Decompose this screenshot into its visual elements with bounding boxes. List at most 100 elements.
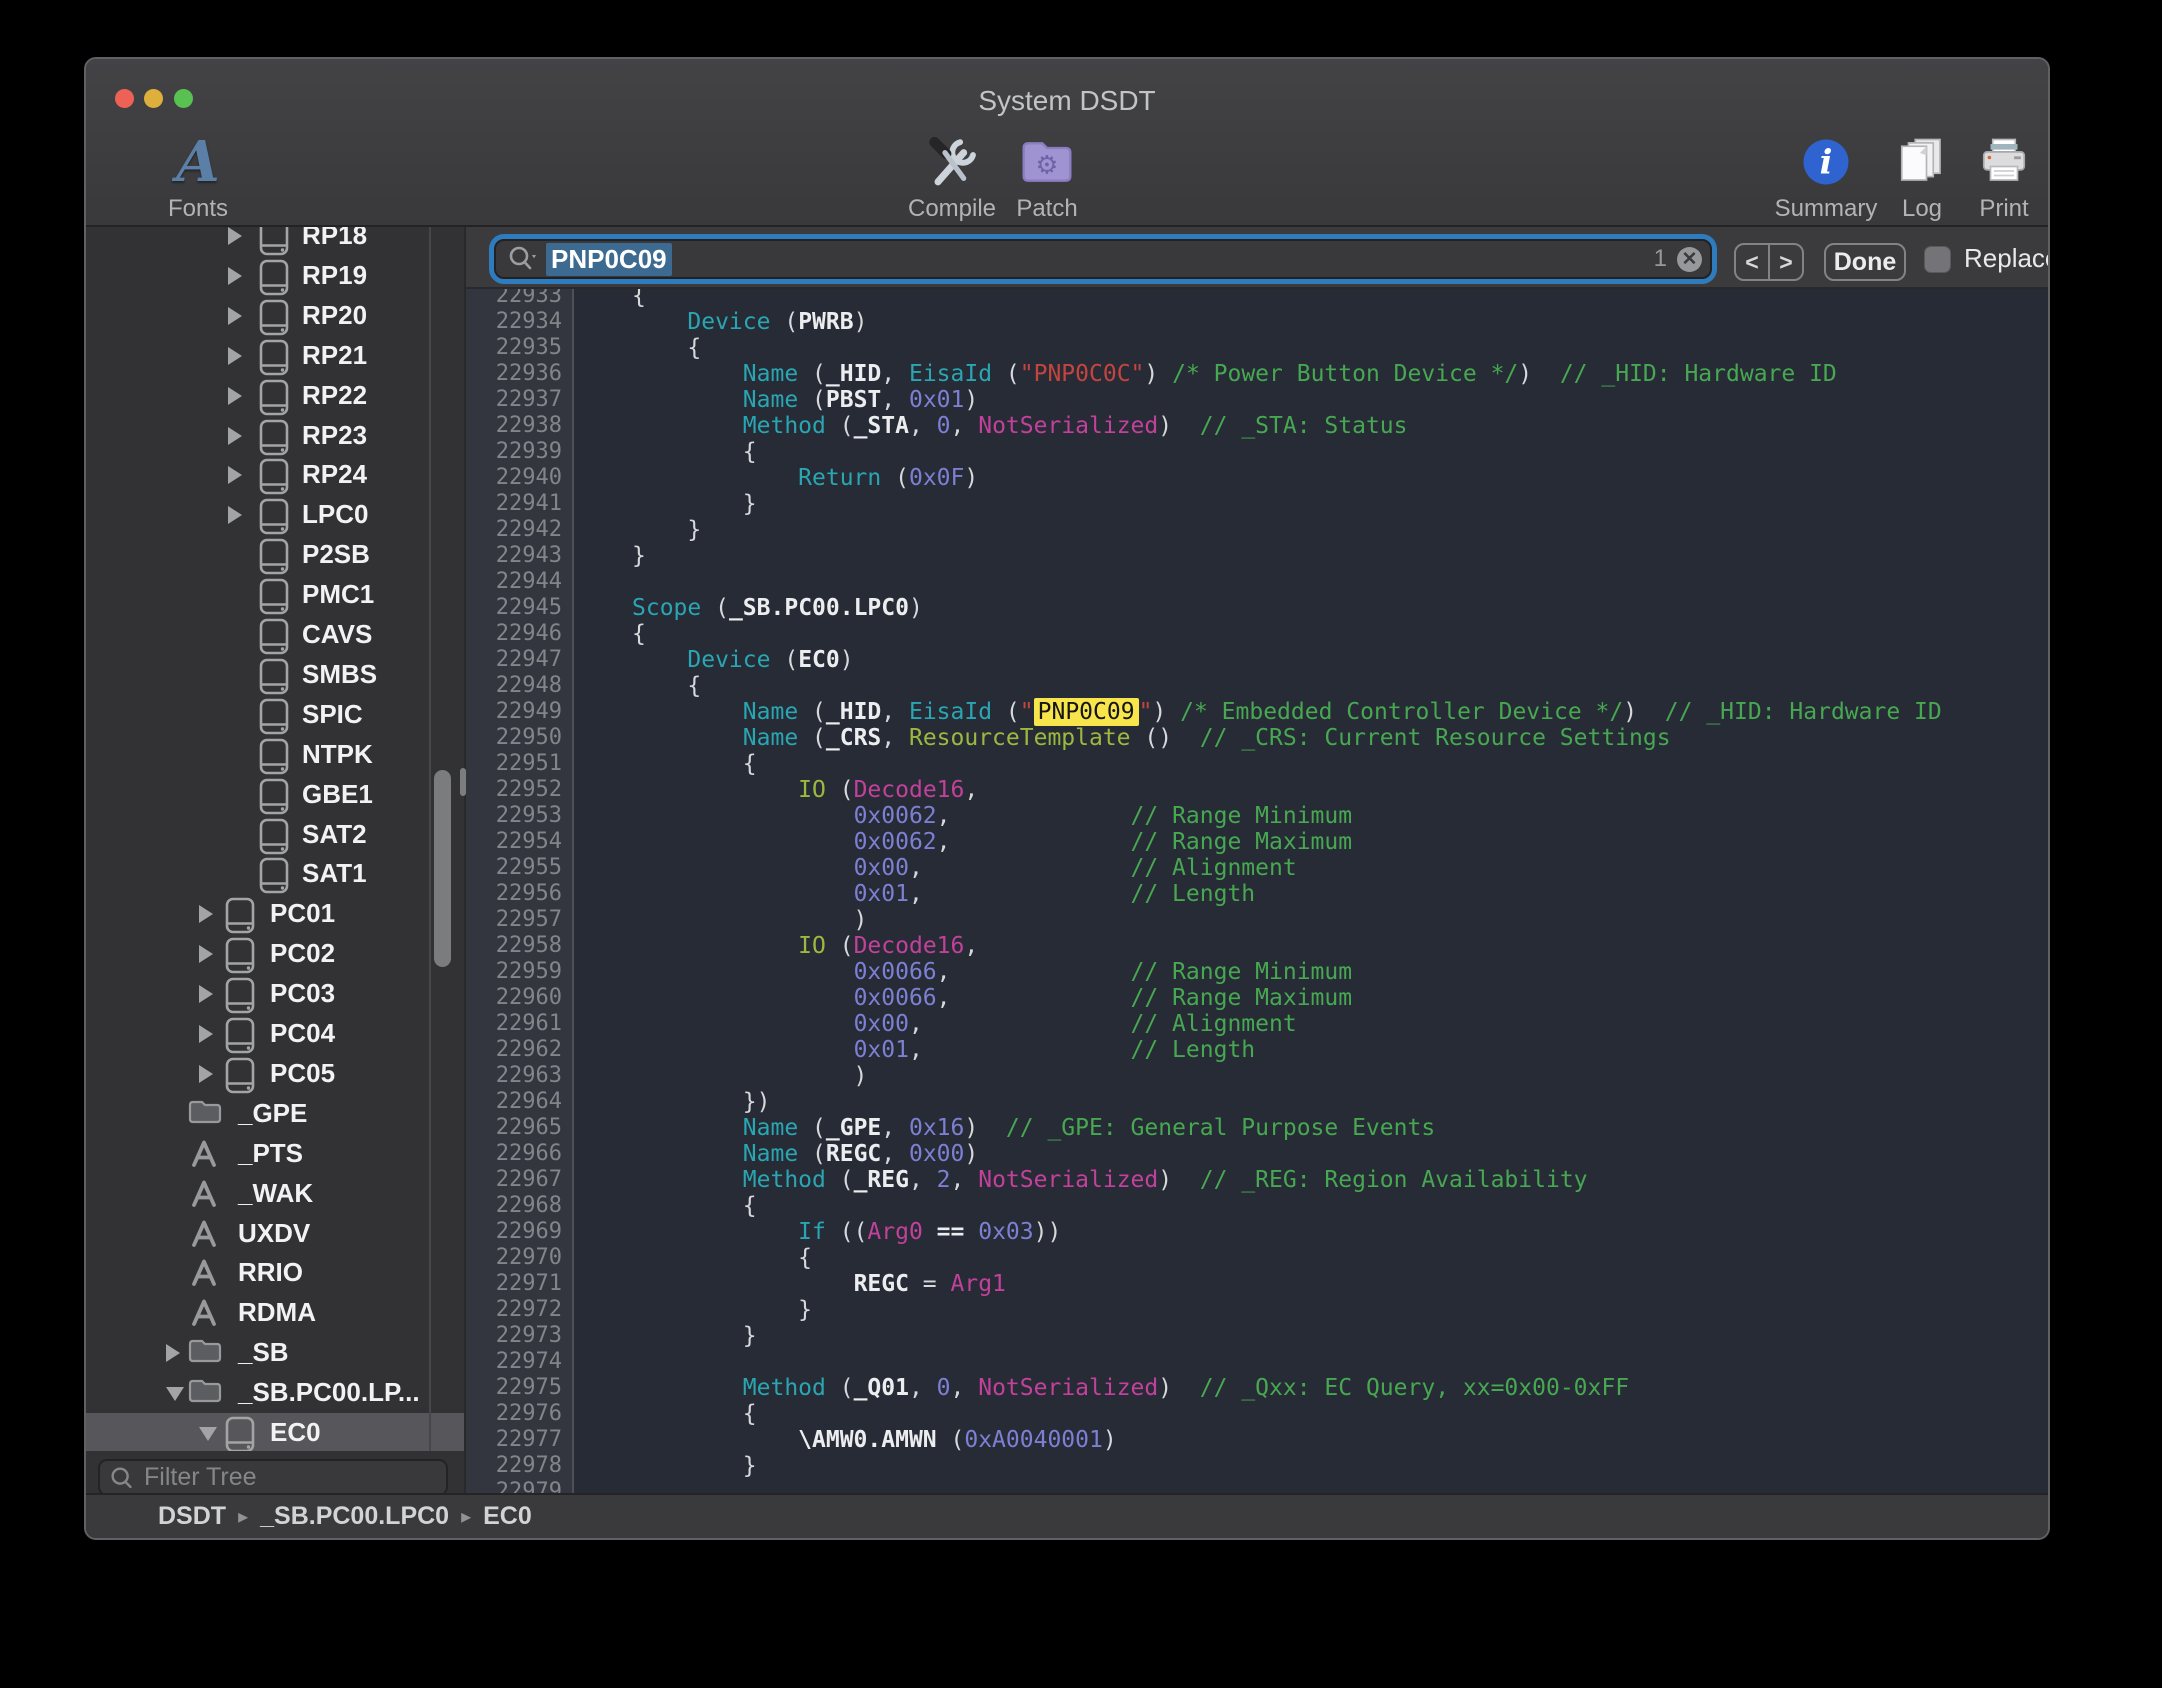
code-line[interactable]: 22964 }) <box>466 1089 2048 1115</box>
code-line[interactable]: 22973 } <box>466 1323 2048 1349</box>
code-line[interactable]: 22966 Name (REGC, 0x00) <box>466 1141 2048 1167</box>
sidebar-item-_PTS[interactable]: _PTS <box>86 1134 464 1174</box>
sidebar-item-RP24[interactable]: RP24 <box>86 455 464 495</box>
sidebar-item-NTPK[interactable]: NTPK <box>86 735 464 775</box>
sidebar-item-_SB.PC00.LP...[interactable]: _SB.PC00.LP... <box>86 1373 464 1413</box>
code-line[interactable]: 22962 0x01, // Length <box>466 1037 2048 1063</box>
code-line[interactable]: 22941 } <box>466 491 2048 517</box>
sidebar-item-P2SB[interactable]: P2SB <box>86 535 464 575</box>
sidebar-item-PC05[interactable]: PC05 <box>86 1054 464 1094</box>
sidebar-item-RDMA[interactable]: RDMA <box>86 1293 464 1333</box>
code-line[interactable]: 22944 <box>466 569 2048 595</box>
sidebar-item-UXDV[interactable]: UXDV <box>86 1214 464 1254</box>
code-line[interactable]: 22956 0x01, // Length <box>466 881 2048 907</box>
sidebar-item-PC04[interactable]: PC04 <box>86 1014 464 1054</box>
code-line[interactable]: 22965 Name (_GPE, 0x16) // _GPE: General… <box>466 1115 2048 1141</box>
sidebar-item-LPC0[interactable]: LPC0 <box>86 495 464 535</box>
code-line[interactable]: 22975 Method (_Q01, 0, NotSerialized) //… <box>466 1375 2048 1401</box>
sidebar-item-_SB[interactable]: _SB <box>86 1333 464 1373</box>
sidebar-item-RRIO[interactable]: RRIO <box>86 1253 464 1293</box>
sidebar-scrollbar-thumb[interactable] <box>434 770 451 967</box>
toolbar-item-patch[interactable]: ⚙ Patch <box>982 129 1112 223</box>
breadcrumb-item[interactable]: _SB.PC00.LPC0 <box>260 1502 449 1531</box>
code-line[interactable]: 22958 IO (Decode16, <box>466 933 2048 959</box>
sidebar-item-RP18[interactable]: RP18 <box>86 227 464 256</box>
disclosure-triangle[interactable] <box>228 427 242 445</box>
disclosure-triangle[interactable] <box>199 945 213 963</box>
code-line[interactable]: 22938 Method (_STA, 0, NotSerialized) //… <box>466 413 2048 439</box>
toolbar-item-print[interactable]: Print <box>1939 129 2050 223</box>
sidebar-item-RP20[interactable]: RP20 <box>86 296 464 336</box>
sidebar-item-SAT2[interactable]: SAT2 <box>86 815 464 855</box>
code-line[interactable]: 22939 { <box>466 439 2048 465</box>
sidebar-item-EC0[interactable]: EC0 <box>86 1413 464 1451</box>
code-line[interactable]: 22979 <box>466 1479 2048 1493</box>
disclosure-triangle[interactable] <box>199 985 213 1003</box>
code-line[interactable]: 22963 ) <box>466 1063 2048 1089</box>
replace-checkbox[interactable] <box>1924 246 1951 273</box>
code-line[interactable]: 22955 0x00, // Alignment <box>466 855 2048 881</box>
disclosure-triangle[interactable] <box>228 466 242 484</box>
code-line[interactable]: 22971 REGC = Arg1 <box>466 1271 2048 1297</box>
code-line[interactable]: 22970 { <box>466 1245 2048 1271</box>
code-line[interactable]: 22940 Return (0x0F) <box>466 465 2048 491</box>
code-line[interactable]: 22934 Device (PWRB) <box>466 309 2048 335</box>
code-line[interactable]: 22967 Method (_REG, 2, NotSerialized) //… <box>466 1167 2048 1193</box>
disclosure-triangle[interactable] <box>199 1427 217 1441</box>
code-line[interactable]: 22947 Device (EC0) <box>466 647 2048 673</box>
sidebar-item-PC01[interactable]: PC01 <box>86 894 464 934</box>
sidebar-item-_WAK[interactable]: _WAK <box>86 1174 464 1214</box>
find-next-button[interactable]: > <box>1768 245 1802 279</box>
breadcrumb-item[interactable]: DSDT <box>158 1502 226 1531</box>
sidebar-item-SAT1[interactable]: SAT1 <box>86 854 464 894</box>
sidebar-item-RP22[interactable]: RP22 <box>86 376 464 416</box>
code-line[interactable]: 22950 Name (_CRS, ResourceTemplate () //… <box>466 725 2048 751</box>
disclosure-triangle[interactable] <box>199 1025 213 1043</box>
sidebar-item-CAVS[interactable]: CAVS <box>86 615 464 655</box>
code-line[interactable]: 22948 { <box>466 673 2048 699</box>
code-line[interactable]: 22974 <box>466 1349 2048 1375</box>
code-line[interactable]: 22937 Name (PBST, 0x01) <box>466 387 2048 413</box>
disclosure-triangle[interactable] <box>228 387 242 405</box>
sidebar-item-PMC1[interactable]: PMC1 <box>86 575 464 615</box>
disclosure-triangle[interactable] <box>166 1387 184 1401</box>
code-line[interactable]: 22943} <box>466 543 2048 569</box>
done-button[interactable]: Done <box>1824 243 1906 281</box>
disclosure-triangle[interactable] <box>228 267 242 285</box>
code-line[interactable]: 22960 0x0066, // Range Maximum <box>466 985 2048 1011</box>
breadcrumb-item[interactable]: EC0 <box>483 1502 532 1531</box>
disclosure-triangle[interactable] <box>166 1344 180 1362</box>
code-line[interactable]: 22959 0x0066, // Range Minimum <box>466 959 2048 985</box>
disclosure-triangle[interactable] <box>228 506 242 524</box>
sidebar-item-SMBS[interactable]: SMBS <box>86 655 464 695</box>
filter-tree-input[interactable]: Filter Tree <box>98 1459 448 1493</box>
code-line[interactable]: 22961 0x00, // Alignment <box>466 1011 2048 1037</box>
code-line[interactable]: 22945Scope (_SB.PC00.LPC0) <box>466 595 2048 621</box>
code-line[interactable]: 22954 0x0062, // Range Maximum <box>466 829 2048 855</box>
disclosure-triangle[interactable] <box>199 1065 213 1083</box>
splitter-handle[interactable] <box>460 768 466 796</box>
sidebar-item-GBE1[interactable]: GBE1 <box>86 775 464 815</box>
sidebar-item-RP19[interactable]: RP19 <box>86 256 464 296</box>
code-line[interactable]: 22933{ <box>466 289 2048 309</box>
code-line[interactable]: 22936 Name (_HID, EisaId ("PNP0C0C") /* … <box>466 361 2048 387</box>
find-previous-button[interactable]: < <box>1736 245 1768 279</box>
code-line[interactable]: 22949 Name (_HID, EisaId ("PNP0C09") /* … <box>466 699 2048 725</box>
code-line[interactable]: 22957 ) <box>466 907 2048 933</box>
disclosure-triangle[interactable] <box>228 347 242 365</box>
disclosure-triangle[interactable] <box>228 227 242 245</box>
code-line[interactable]: 22968 { <box>466 1193 2048 1219</box>
disclosure-triangle[interactable] <box>228 307 242 325</box>
disclosure-triangle[interactable] <box>199 905 213 923</box>
code-line[interactable]: 22935 { <box>466 335 2048 361</box>
sidebar-item-PC02[interactable]: PC02 <box>86 934 464 974</box>
code-line[interactable]: 22951 { <box>466 751 2048 777</box>
code-line[interactable]: 22977 \AMW0.AMWN (0xA0040001) <box>466 1427 2048 1453</box>
code-line[interactable]: 22969 If ((Arg0 == 0x03)) <box>466 1219 2048 1245</box>
code-line[interactable]: 22952 IO (Decode16, <box>466 777 2048 803</box>
search-input[interactable]: PNP0C09 1 ✕ <box>494 239 1712 279</box>
toolbar-item-fonts[interactable]: A Fonts <box>133 129 263 223</box>
code-editor[interactable]: 22933{22934 Device (PWRB)22935 {22936 Na… <box>464 289 2048 1493</box>
code-line[interactable]: 22978 } <box>466 1453 2048 1479</box>
sidebar-item-_GPE[interactable]: _GPE <box>86 1094 464 1134</box>
